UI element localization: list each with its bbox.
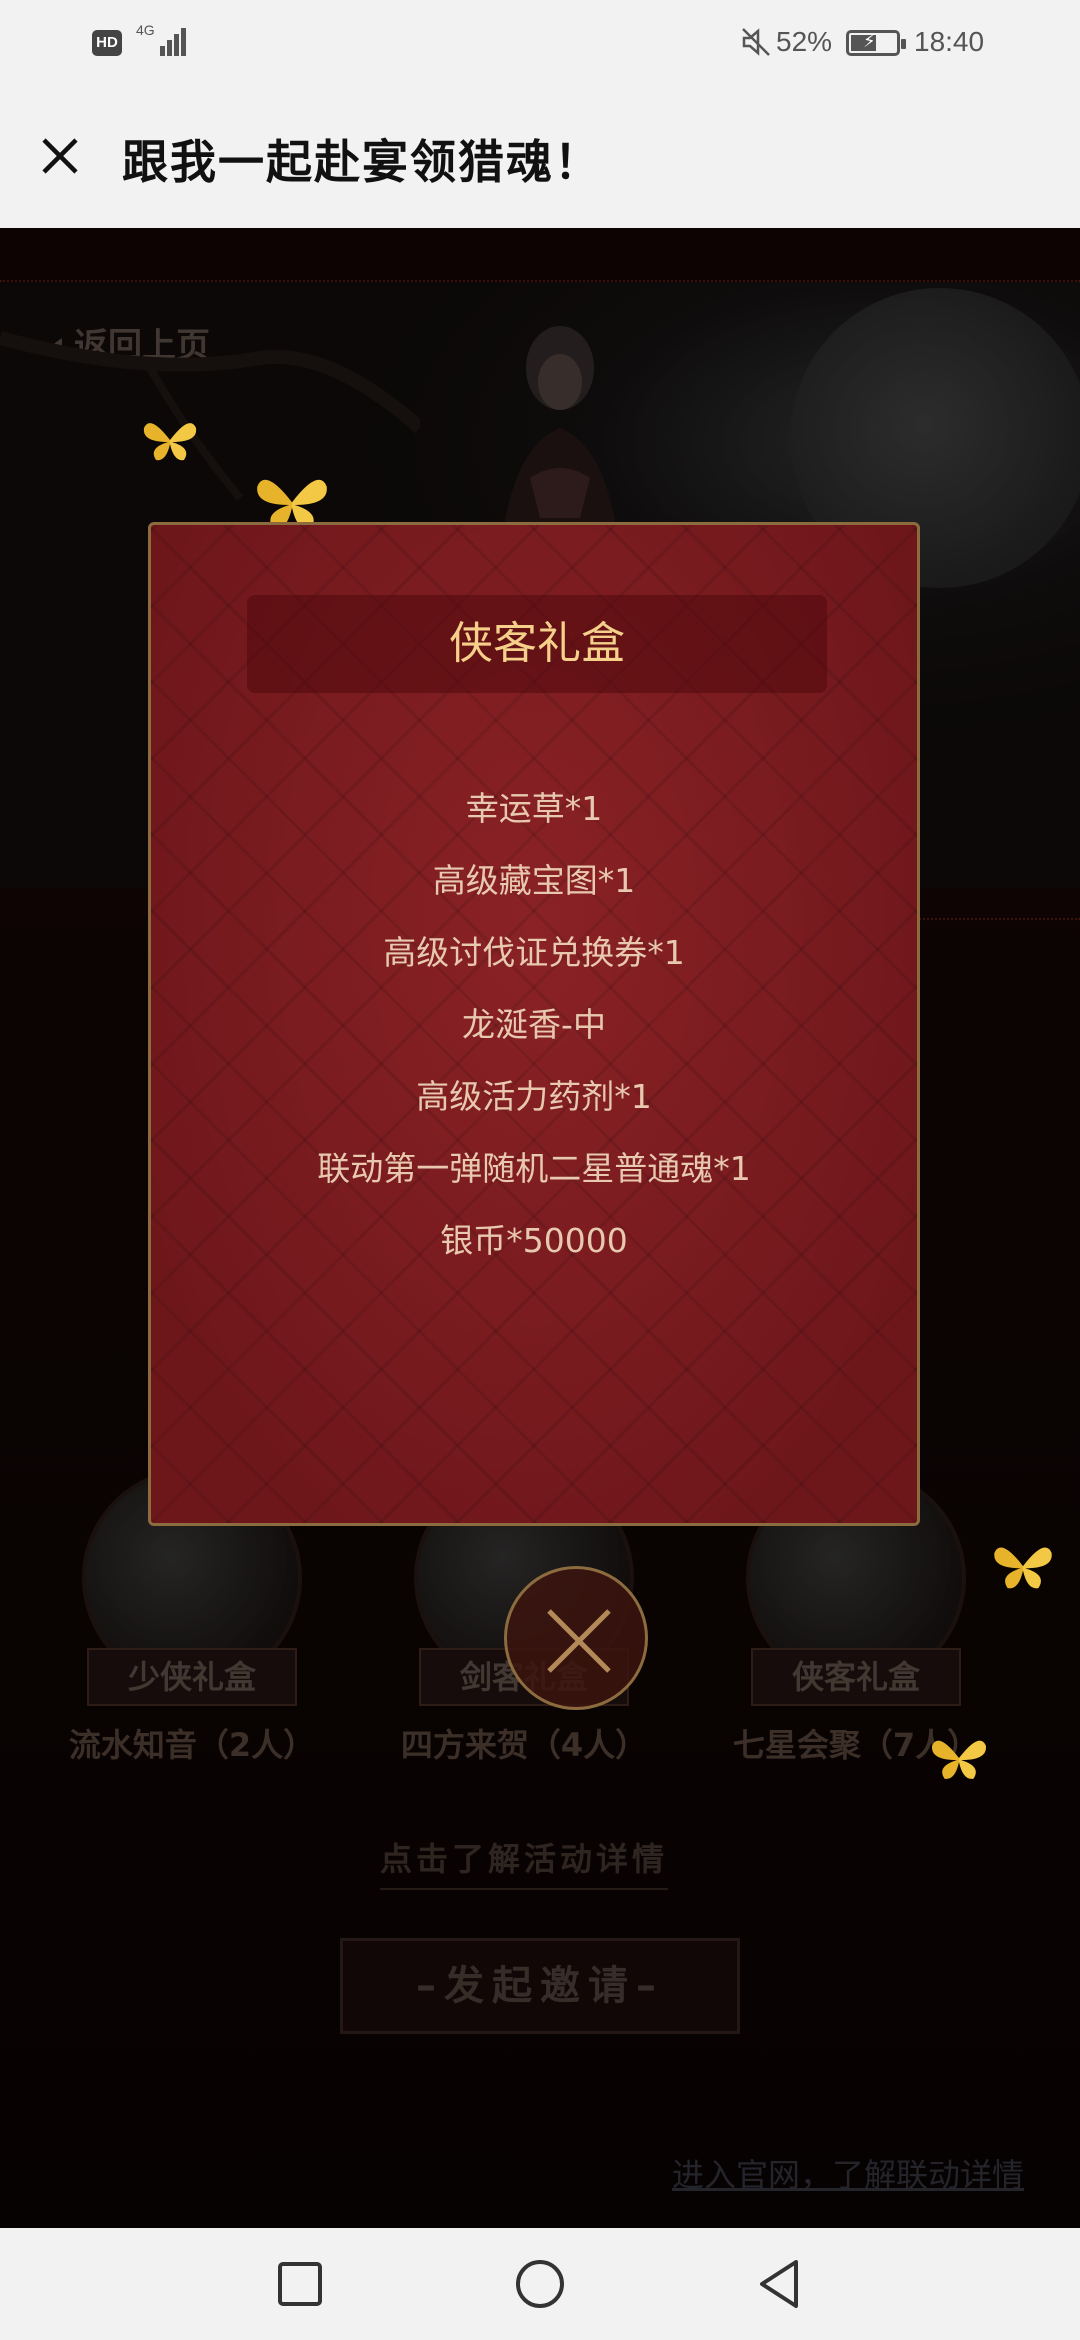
butterfly-icon (994, 1547, 1052, 1589)
mute-icon (742, 28, 770, 56)
reward-item: 银币*50000 (440, 1221, 628, 1260)
reward-item: 高级活力药剂*1 (416, 1077, 652, 1116)
signal-icon (160, 24, 190, 56)
modal-header: 侠客礼盒 (247, 595, 827, 693)
system-nav-bar (0, 2228, 1080, 2340)
circle-home-icon[interactable] (510, 2254, 570, 2314)
clock: 18:40 (914, 26, 985, 57)
reward-item: 幸运草*1 (465, 789, 603, 828)
battery-icon: ⚡ (846, 30, 906, 56)
butterfly-icon (931, 1740, 987, 1779)
square-recents-icon[interactable] (270, 2254, 330, 2314)
close-icon (547, 1609, 611, 1673)
modal-title: 侠客礼盒 (449, 618, 625, 669)
reward-item: 龙涎香-中 (462, 1005, 606, 1044)
battery-percent: 52% (776, 26, 833, 57)
page-title: 跟我一起赴宴领猎魂！ (122, 135, 602, 189)
triangle-back-icon[interactable] (750, 2254, 810, 2314)
butterfly-icon (143, 423, 197, 461)
webview-title-bar: 跟我一起赴宴领猎魂！ (0, 86, 1080, 228)
modal-close-button[interactable] (504, 1566, 648, 1710)
charging-bolt-icon: ⚡ (863, 31, 876, 52)
status-bar: HD 4G 52% ⚡ 18:40 (0, 0, 1080, 86)
gift-box-modal: 侠客礼盒 幸运草*1 高级藏宝图*1 高级讨伐证兑换券*1 龙涎香-中 高级活力… (148, 522, 920, 1526)
network-type: 4G (136, 22, 155, 38)
reward-item: 高级藏宝图*1 (432, 861, 636, 900)
hd-badge: HD (92, 30, 122, 56)
reward-item: 联动第一弹随机二星普通魂*1 (317, 1149, 751, 1188)
reward-item: 高级讨伐证兑换券*1 (383, 933, 685, 972)
close-icon[interactable] (30, 126, 90, 186)
reward-list: 幸运草*1 高级藏宝图*1 高级讨伐证兑换券*1 龙涎香-中 高级活力药剂*1 … (151, 773, 917, 1277)
